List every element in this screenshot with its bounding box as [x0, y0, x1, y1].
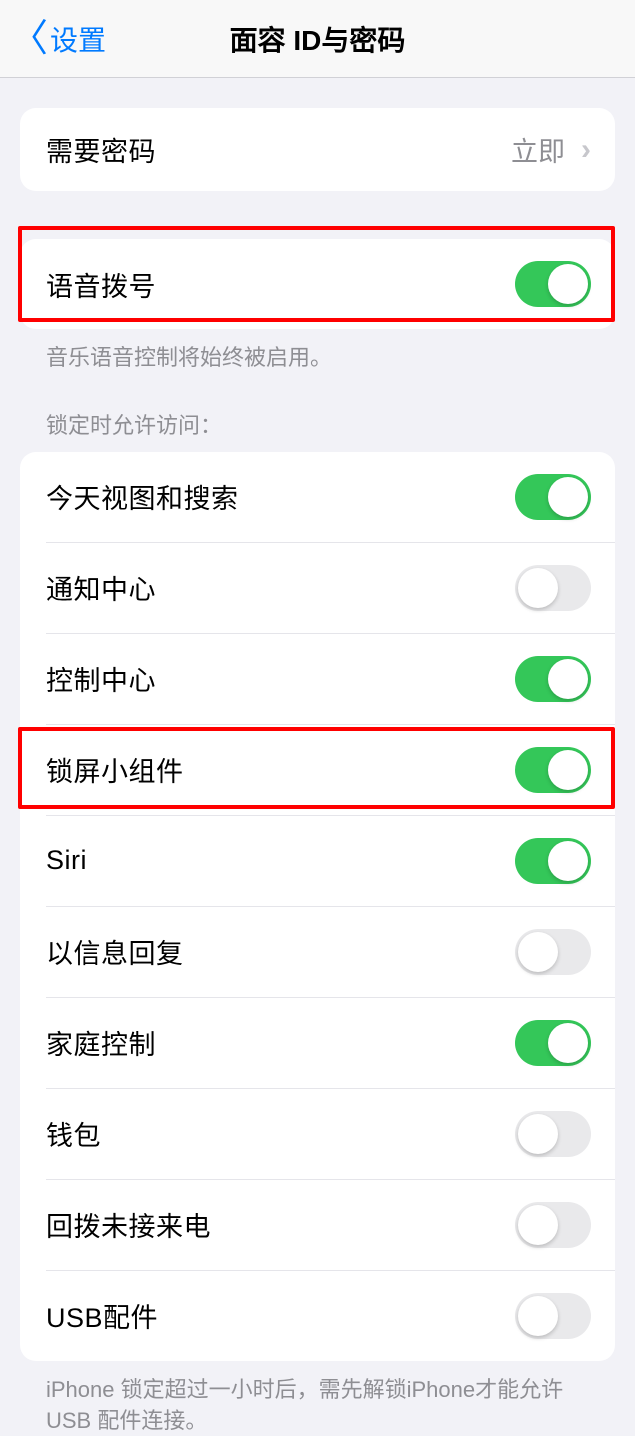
lockscreen-access-row: 以信息回复 — [46, 906, 615, 997]
voice-dial-footer: 音乐语音控制将始终被启用。 — [20, 329, 615, 374]
page-title: 面容 ID与密码 — [230, 19, 406, 59]
require-passcode-group: 需要密码 立即 › — [20, 108, 615, 191]
toggle-knob — [518, 1205, 558, 1245]
lockscreen-access-row: 回拨未接来电 — [46, 1179, 615, 1270]
lockscreen-access-toggle[interactable] — [515, 1202, 591, 1248]
lockscreen-access-toggle[interactable] — [515, 838, 591, 884]
lockscreen-access-row: 控制中心 — [46, 633, 615, 724]
lockscreen-access-label: 家庭控制 — [46, 1023, 156, 1062]
lockscreen-access-row: 家庭控制 — [46, 997, 615, 1088]
back-button[interactable]: 〈 设置 — [10, 19, 106, 59]
voice-dial-group: 语音拨号 — [20, 239, 615, 329]
toggle-knob — [518, 932, 558, 972]
voice-dial-label: 语音拨号 — [46, 265, 156, 304]
lockscreen-access-toggle[interactable] — [515, 1111, 591, 1157]
voice-dial-toggle[interactable] — [515, 261, 591, 307]
lockscreen-access-label: 控制中心 — [46, 659, 156, 698]
lockscreen-access-row: Siri — [46, 815, 615, 906]
lockscreen-access-row: 通知中心 — [46, 542, 615, 633]
toggle-knob — [518, 1296, 558, 1336]
toggle-knob — [548, 264, 588, 304]
usb-footer: iPhone 锁定超过一小时后，需先解锁iPhone才能允许USB 配件连接。 — [20, 1361, 615, 1436]
chevron-right-icon: › — [581, 133, 591, 167]
toggle-knob — [548, 659, 588, 699]
toggle-knob — [548, 477, 588, 517]
navigation-bar: 〈 设置 面容 ID与密码 — [0, 0, 635, 78]
toggle-knob — [518, 568, 558, 608]
lockscreen-access-toggle[interactable] — [515, 1020, 591, 1066]
lockscreen-access-label: 通知中心 — [46, 568, 156, 607]
lockscreen-access-label: 今天视图和搜索 — [46, 477, 239, 516]
lockscreen-access-toggle[interactable] — [515, 747, 591, 793]
lockscreen-access-label: 锁屏小组件 — [46, 750, 184, 789]
toggle-knob — [518, 1114, 558, 1154]
toggle-knob — [548, 1023, 588, 1063]
lockscreen-access-label: Siri — [46, 845, 87, 876]
lockscreen-access-label: USB配件 — [46, 1296, 158, 1335]
toggle-knob — [548, 841, 588, 881]
lockscreen-access-toggle[interactable] — [515, 565, 591, 611]
lockscreen-access-row: USB配件 — [46, 1270, 615, 1361]
require-passcode-label: 需要密码 — [46, 130, 156, 169]
back-label: 设置 — [50, 19, 106, 59]
lockscreen-access-label: 回拨未接来电 — [46, 1205, 211, 1244]
lockscreen-access-row: 钱包 — [46, 1088, 615, 1179]
lockscreen-access-row: 今天视图和搜索 — [20, 452, 615, 542]
lockscreen-access-toggle[interactable] — [515, 474, 591, 520]
lockscreen-access-header: 锁定时允许访问： — [20, 374, 615, 452]
lockscreen-access-toggle[interactable] — [515, 656, 591, 702]
toggle-knob — [548, 750, 588, 790]
lockscreen-access-group: 今天视图和搜索通知中心控制中心锁屏小组件 Siri 以信息回复家庭控制钱包回拨未接来… — [20, 452, 615, 1361]
lockscreen-access-label: 钱包 — [46, 1114, 101, 1153]
require-passcode-value: 立即 › — [511, 130, 591, 169]
lockscreen-access-toggle[interactable] — [515, 1293, 591, 1339]
chevron-left-icon: 〈 — [10, 20, 48, 58]
lockscreen-access-row: 锁屏小组件 — [46, 724, 615, 815]
lockscreen-access-toggle[interactable] — [515, 929, 591, 975]
lockscreen-access-label: 以信息回复 — [46, 932, 184, 971]
require-passcode-row[interactable]: 需要密码 立即 › — [20, 108, 615, 191]
voice-dial-row: 语音拨号 — [20, 239, 615, 329]
